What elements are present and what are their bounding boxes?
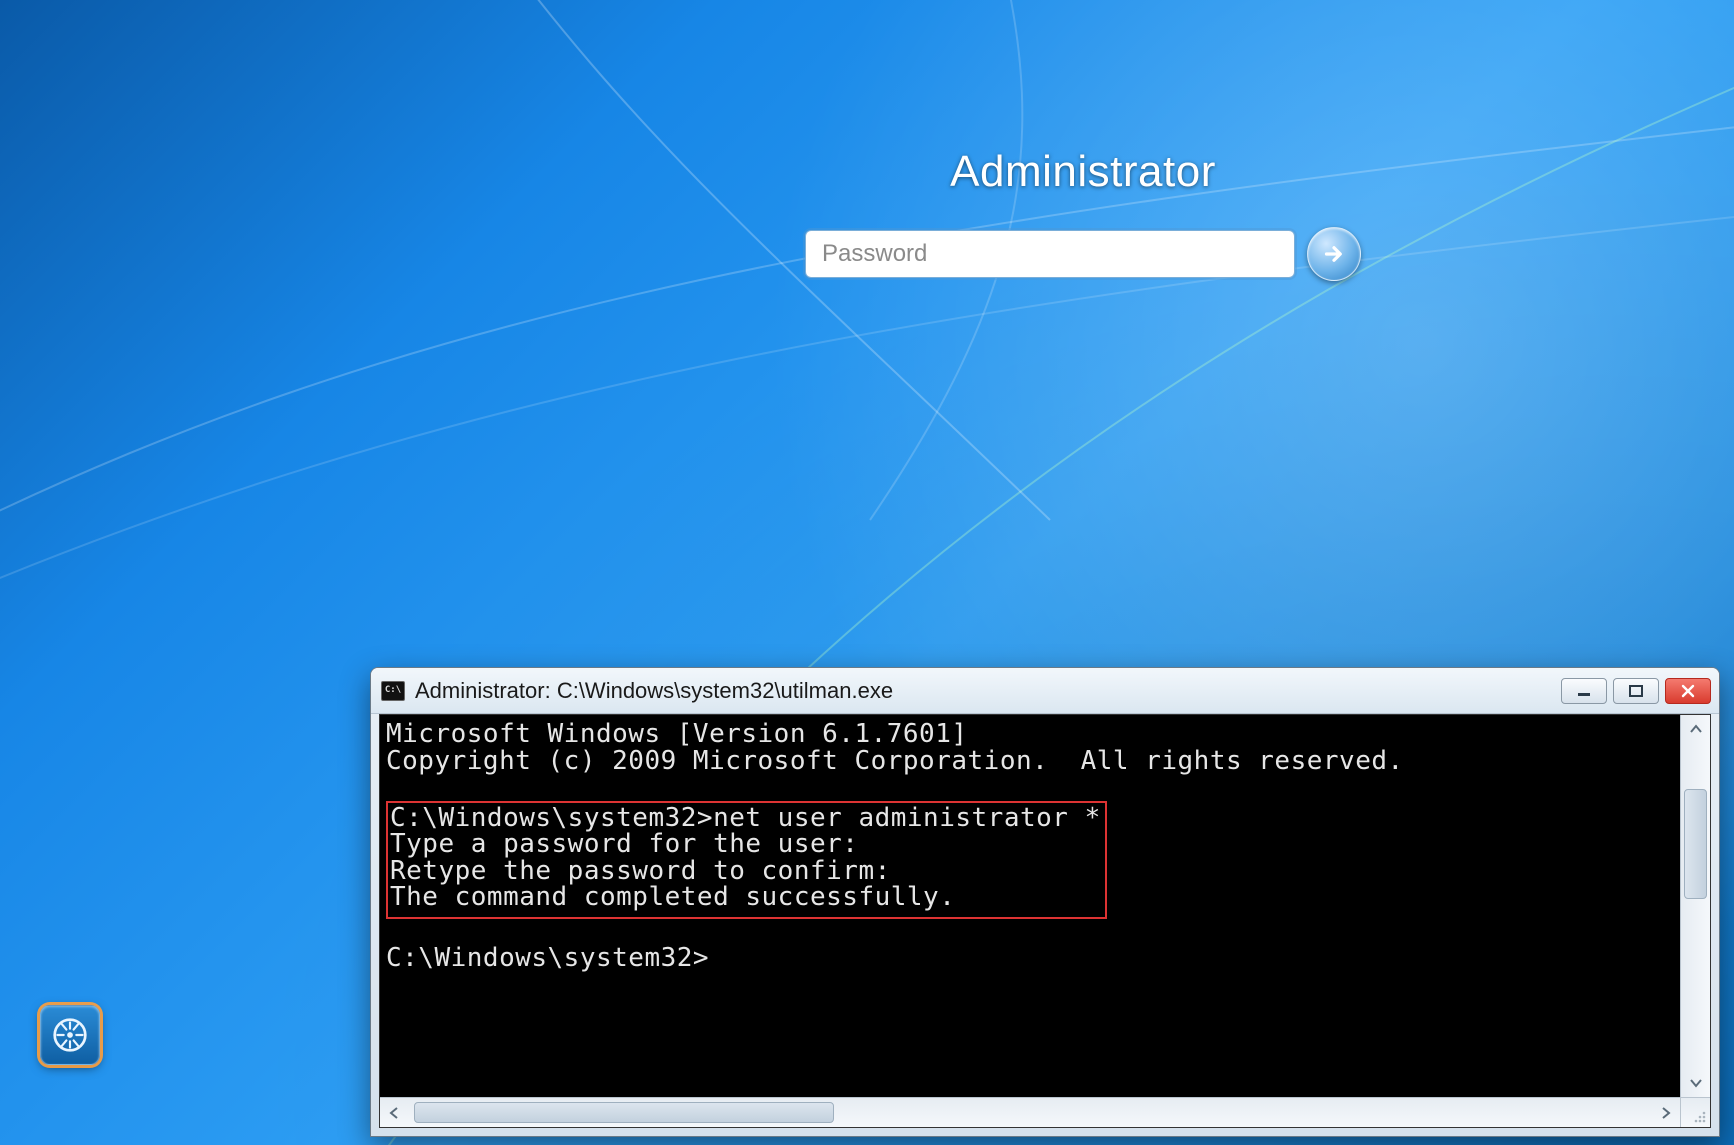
submit-login-button[interactable] [1307, 227, 1361, 281]
cmd-window[interactable]: C:\ Administrator: C:\Windows\system32\u… [370, 667, 1720, 1137]
window-buttons [1561, 678, 1711, 704]
ease-of-access-icon [52, 1017, 88, 1053]
vertical-scroll-track[interactable] [1684, 743, 1707, 1069]
maximize-button[interactable] [1613, 678, 1659, 704]
maximize-icon [1627, 684, 1645, 698]
cmd-highlighted-block: C:\Windows\system32>net user administrat… [386, 801, 1107, 919]
minimize-button[interactable] [1561, 678, 1607, 704]
username-label: Administrator [950, 147, 1216, 197]
horizontal-scrollbar[interactable] [380, 1097, 1680, 1127]
ease-of-access-button[interactable] [40, 1005, 100, 1065]
vertical-scroll-thumb[interactable] [1684, 789, 1707, 899]
horizontal-scroll-thumb[interactable] [414, 1102, 834, 1123]
arrow-right-icon [1319, 239, 1349, 269]
close-icon [1680, 683, 1696, 699]
minimize-icon [1575, 684, 1593, 698]
scroll-down-button[interactable] [1681, 1069, 1710, 1097]
chevron-up-icon [1689, 724, 1703, 734]
cmd-app-icon: C:\ [381, 681, 405, 701]
password-input[interactable] [805, 230, 1295, 278]
cmd-titlebar[interactable]: C:\ Administrator: C:\Windows\system32\u… [371, 668, 1719, 714]
scroll-left-button[interactable] [380, 1098, 408, 1127]
cmd-banner-text: Microsoft Windows [Version 6.1.7601] Cop… [386, 719, 1404, 776]
cmd-window-title: Administrator: C:\Windows\system32\utilm… [415, 678, 1561, 704]
chevron-down-icon [1689, 1078, 1703, 1088]
cmd-client-area: Microsoft Windows [Version 6.1.7601] Cop… [379, 714, 1711, 1128]
cmd-prompt-text: C:\Windows\system32> [386, 943, 709, 973]
scroll-right-button[interactable] [1652, 1098, 1680, 1127]
horizontal-scroll-track[interactable] [408, 1098, 1652, 1127]
resize-grip[interactable] [1680, 1097, 1710, 1127]
scroll-up-button[interactable] [1681, 715, 1710, 743]
chevron-right-icon [1661, 1106, 1671, 1120]
login-background: Administrator C:\ Administrator: C:\Wind… [0, 0, 1734, 1145]
login-panel: Administrator [838, 95, 1328, 281]
close-button[interactable] [1665, 678, 1711, 704]
cmd-output[interactable]: Microsoft Windows [Version 6.1.7601] Cop… [380, 715, 1680, 1097]
vertical-scrollbar[interactable] [1680, 715, 1710, 1097]
chevron-left-icon [389, 1106, 399, 1120]
resize-grip-icon [1692, 1109, 1708, 1125]
